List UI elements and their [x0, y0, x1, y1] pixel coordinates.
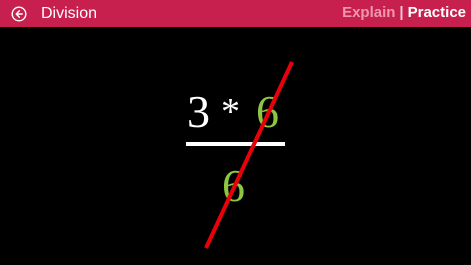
mode-switch: Explain | Practice: [342, 3, 466, 23]
back-button[interactable]: [11, 6, 27, 22]
header-bar: Division Explain | Practice: [0, 0, 471, 27]
cancel-strike-line: [204, 61, 294, 249]
numerator-left-digit: 3: [187, 86, 210, 137]
app-window: Division Explain|Practice 3 * 6 6: [0, 0, 471, 265]
mode-separator: |: [399, 4, 404, 21]
explain-mode-link[interactable]: Explain: [342, 4, 395, 21]
back-arrow-circle-icon: [11, 6, 27, 22]
problem-stage: 3 * 6 6: [0, 27, 471, 265]
page-title: Division: [41, 5, 98, 22]
fraction-bar: [186, 142, 285, 146]
fraction-canvas: 3 * 6 6: [186, 61, 294, 249]
multiply-operator: *: [221, 91, 240, 133]
practice-mode-link[interactable]: Practice: [408, 4, 466, 21]
